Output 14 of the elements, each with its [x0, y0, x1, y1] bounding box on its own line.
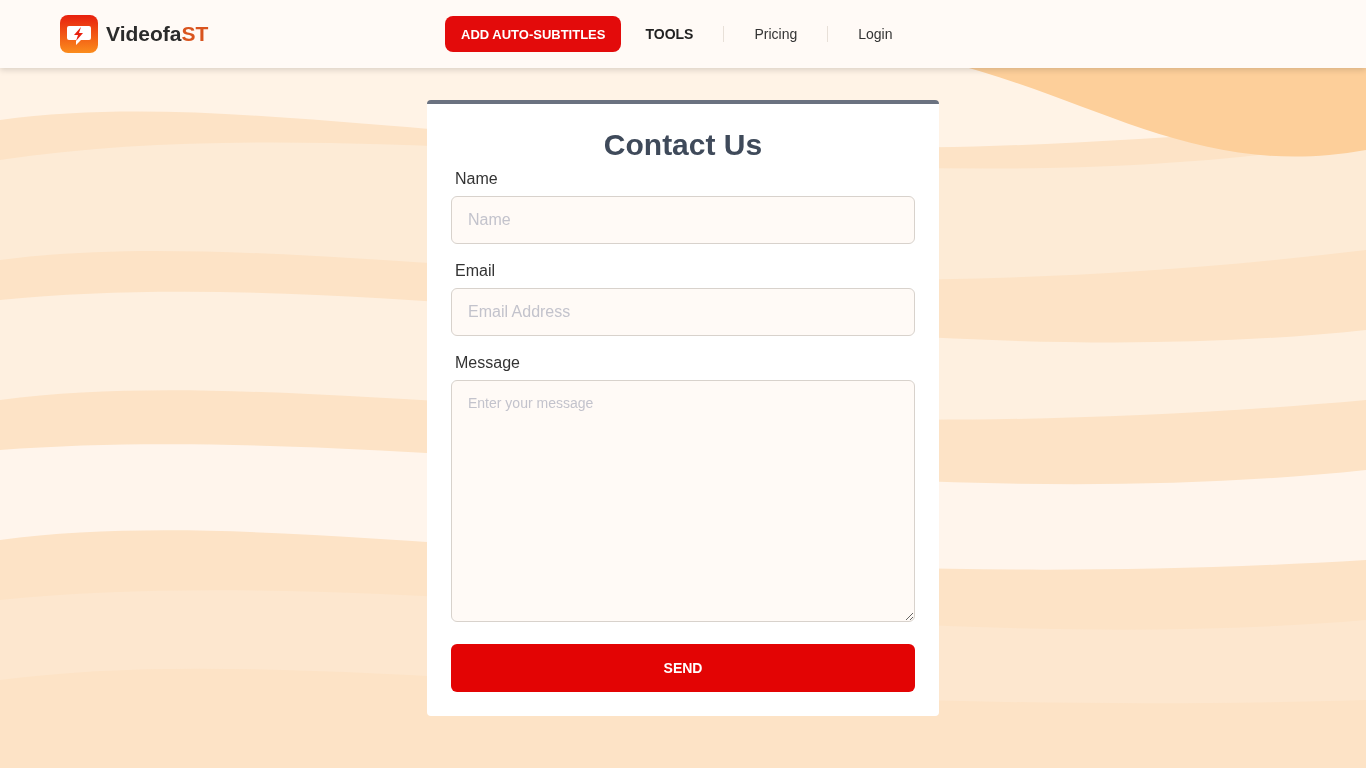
field-label: Email — [454, 262, 496, 280]
nav-link[interactable]: Pricing — [754, 26, 798, 42]
field-label: Name — [454, 170, 499, 188]
nav-menu-link[interactable]: TOOLS — [645, 26, 694, 42]
field-label: Message — [454, 354, 521, 372]
form-title: Contact Us — [602, 130, 764, 160]
logo-icon — [60, 15, 98, 53]
brand-name: VideofaST — [106, 22, 209, 46]
message-field[interactable]: Enter your message — [451, 380, 915, 622]
add-subtitles-button[interactable]: ADD AUTO-SUBTITLES — [445, 16, 622, 52]
nav-link[interactable]: Login — [858, 26, 893, 42]
send-button[interactable]: SEND — [451, 644, 915, 692]
input-field[interactable]: Name — [451, 196, 915, 244]
input-field[interactable]: Email Address — [451, 288, 915, 336]
